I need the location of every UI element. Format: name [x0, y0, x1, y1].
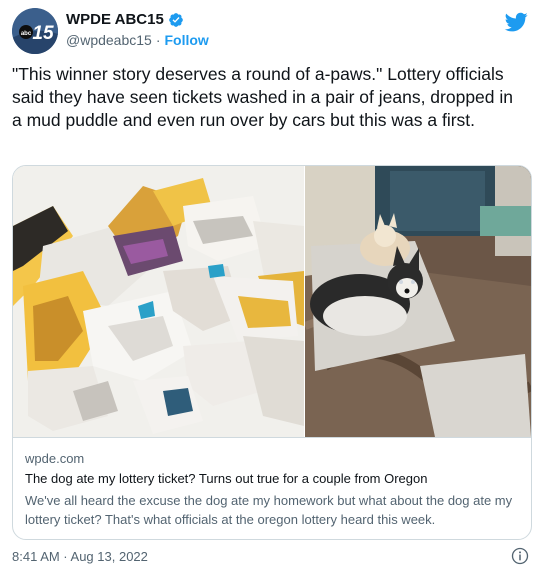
svg-text:abc: abc: [21, 31, 32, 37]
verified-badge-icon: [168, 12, 183, 27]
shredded-lottery-ticket-photo[interactable]: [13, 166, 304, 437]
twitter-bird-icon[interactable]: [504, 10, 528, 34]
account-name[interactable]: WPDE ABC15: [66, 11, 164, 28]
handle-row: @wpdeabc15 · Follow: [66, 32, 209, 48]
link-title[interactable]: The dog ate my lottery ticket? Turns out…: [25, 471, 427, 486]
dogs-photo[interactable]: [303, 166, 531, 437]
avatar[interactable]: abc 15: [12, 8, 58, 54]
follow-button[interactable]: Follow: [165, 32, 209, 48]
shredded-ticket-illustration: [13, 166, 304, 437]
svg-text:15: 15: [32, 23, 54, 44]
abc15-logo-icon: abc 15: [12, 8, 58, 54]
link-description: We've all heard the excuse the dog ate m…: [25, 493, 513, 527]
two-dogs-illustration: [303, 166, 531, 437]
handle-separator: ·: [155, 32, 161, 48]
link-metadata[interactable]: wpde.com The dog ate my lottery ticket? …: [13, 437, 531, 539]
tweet-timestamp[interactable]: 8:41 AM · Aug 13, 2022: [12, 549, 148, 564]
info-icon[interactable]: [510, 546, 530, 566]
tweet-embed: abc 15 WPDE ABC15 @wpdeabc15 · Follow "T…: [0, 0, 544, 568]
account-name-row[interactable]: WPDE ABC15: [66, 11, 184, 28]
link-preview-card[interactable]: wpde.com The dog ate my lottery ticket? …: [12, 165, 532, 540]
link-domain: wpde.com: [25, 451, 85, 466]
tweet-header: abc 15 WPDE ABC15 @wpdeabc15 · Follow: [12, 8, 532, 54]
media-area[interactable]: [13, 166, 531, 437]
account-handle[interactable]: @wpdeabc15: [66, 32, 152, 48]
tweet-text: "This winner story deserves a round of a…: [12, 64, 514, 130]
